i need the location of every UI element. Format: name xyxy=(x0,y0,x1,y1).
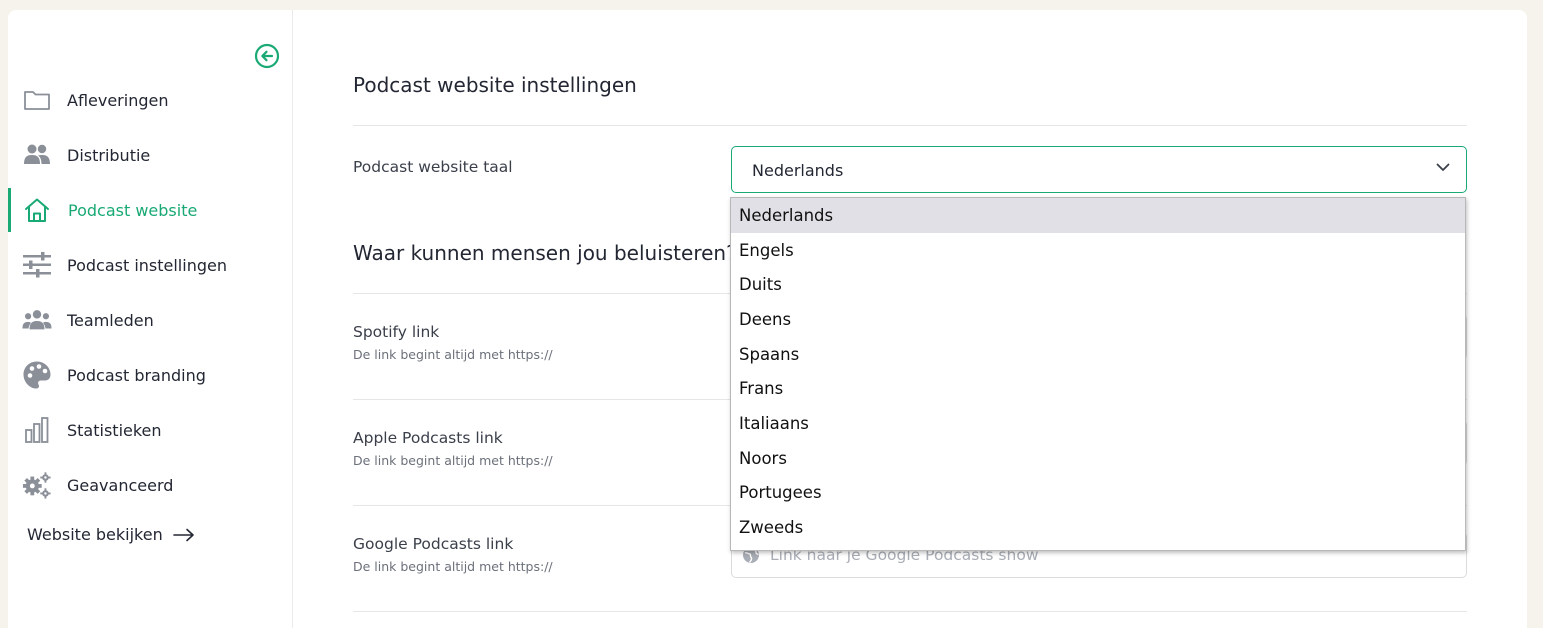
google-podcasts-link-hint: De link begint altijd met https:// xyxy=(353,559,553,574)
language-select[interactable]: Nederlands xyxy=(731,146,1467,193)
language-dropdown-list: Nederlands Engels Duits Deens Spaans Fra… xyxy=(730,197,1466,551)
language-option-nederlands[interactable]: Nederlands xyxy=(731,198,1465,233)
language-option-zweeds[interactable]: Zweeds xyxy=(731,510,1465,545)
language-option-deens[interactable]: Deens xyxy=(731,302,1465,337)
language-option-duits[interactable]: Duits xyxy=(731,267,1465,302)
arrow-left-circle-icon[interactable] xyxy=(254,43,280,69)
language-option-portugees[interactable]: Portugees xyxy=(731,475,1465,510)
google-podcasts-link-label: Google Podcasts link xyxy=(353,535,514,553)
language-option-engels[interactable]: Engels xyxy=(731,233,1465,268)
language-option-frans[interactable]: Frans xyxy=(731,371,1465,406)
sidebar-item-label: Podcast website xyxy=(68,200,198,220)
sidebar-item-geavanceerd[interactable]: Geavanceerd xyxy=(8,463,293,507)
language-option-spaans[interactable]: Spaans xyxy=(731,337,1465,372)
section-title-website-settings: Podcast website instellingen xyxy=(353,73,637,97)
section-title-listen: Waar kunnen mensen jou beluisteren? xyxy=(353,241,737,265)
sidebar-item-podcast-website[interactable]: Podcast website xyxy=(8,188,293,232)
gears-icon xyxy=(22,470,52,500)
users-icon xyxy=(22,140,52,170)
sidebar-item-afleveringen[interactable]: Afleveringen xyxy=(8,78,293,122)
sidebar-item-label: Podcast instellingen xyxy=(67,255,227,275)
team-icon xyxy=(22,305,52,335)
spotify-link-label: Spotify link xyxy=(353,323,440,341)
sidebar-item-label: Geavanceerd xyxy=(67,475,174,495)
sidebar-item-statistieken[interactable]: Statistieken xyxy=(8,408,293,452)
collapse-sidebar-button[interactable] xyxy=(254,43,280,69)
sidebar-item-podcast-branding[interactable]: Podcast branding xyxy=(8,353,293,397)
sidebar-item-teamleden[interactable]: Teamleden xyxy=(8,298,293,342)
divider xyxy=(353,125,1467,126)
divider xyxy=(353,611,1467,612)
sidebar-item-distributie[interactable]: Distributie xyxy=(8,133,293,177)
view-website-link[interactable]: Website bekijken xyxy=(27,525,195,544)
sidebar-item-label: Statistieken xyxy=(67,420,162,440)
sliders-icon xyxy=(22,250,52,280)
arrow-right-icon xyxy=(172,528,194,541)
home-icon xyxy=(22,195,52,225)
language-option-noors[interactable]: Noors xyxy=(731,441,1465,476)
spotify-link-hint: De link begint altijd met https:// xyxy=(353,347,553,362)
sidebar-item-podcast-instellingen[interactable]: Podcast instellingen xyxy=(8,243,293,287)
language-option-italiaans[interactable]: Italiaans xyxy=(731,406,1465,441)
chevron-down-icon xyxy=(1436,163,1450,171)
sidebar-item-label: Podcast branding xyxy=(67,365,206,385)
language-select-value: Nederlands xyxy=(752,161,844,180)
sidebar: Afleveringen Distributie Podcast website… xyxy=(8,10,293,628)
sidebar-item-label: Distributie xyxy=(67,145,151,165)
language-label: Podcast website taal xyxy=(353,158,513,176)
apple-podcasts-link-label: Apple Podcasts link xyxy=(353,429,503,447)
view-website-label: Website bekijken xyxy=(27,525,163,544)
sidebar-item-label: Afleveringen xyxy=(67,90,169,110)
folder-icon xyxy=(22,85,52,115)
sidebar-item-label: Teamleden xyxy=(67,310,154,330)
apple-podcasts-link-hint: De link begint altijd met https:// xyxy=(353,453,553,468)
bar-chart-icon xyxy=(22,415,52,445)
palette-icon xyxy=(22,360,52,390)
